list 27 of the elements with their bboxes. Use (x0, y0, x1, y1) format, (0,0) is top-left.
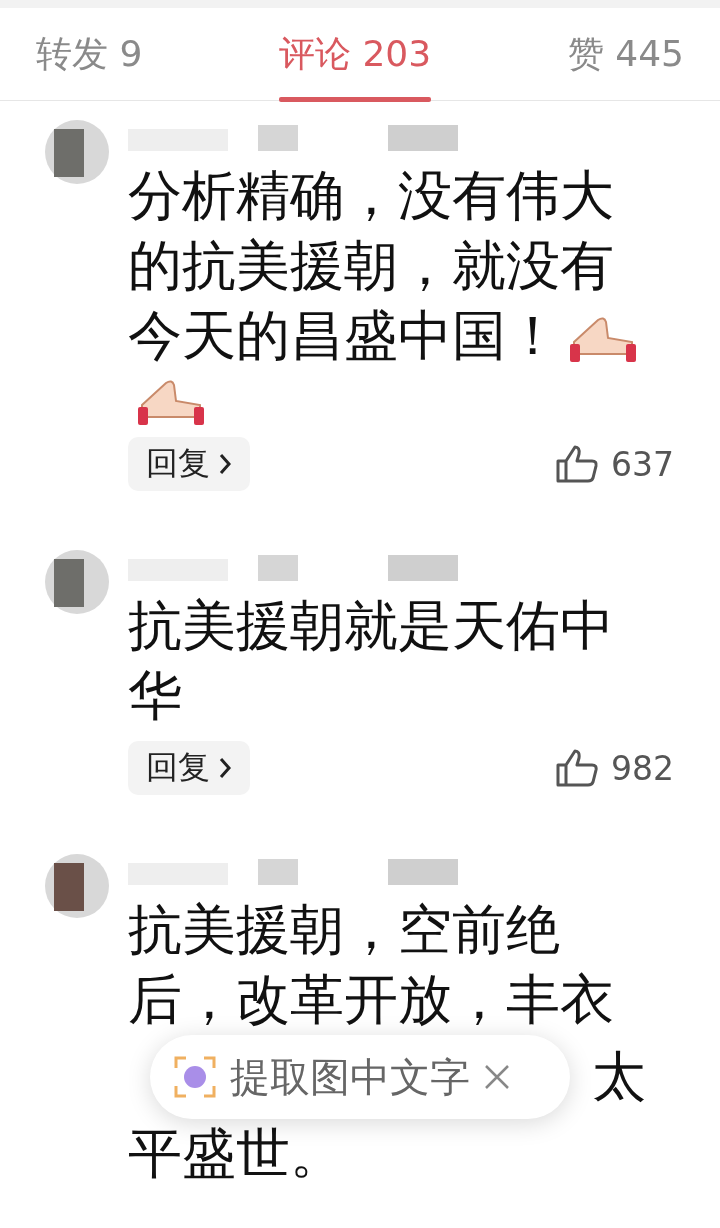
thumbs-up-icon[interactable] (555, 748, 599, 788)
comment-text: 的抗美援朝，就没有 (128, 233, 614, 299)
reply-button[interactable]: 回复 (128, 437, 250, 491)
reply-button[interactable]: 回复 (128, 741, 250, 795)
comment-text: 分析精确，没有伟大 (128, 163, 614, 229)
lens-icon (174, 1056, 216, 1098)
close-icon[interactable] (484, 1064, 510, 1090)
like-count: 982 (611, 748, 674, 788)
comment-text: 太 (592, 1044, 646, 1110)
tab[interactable]: 赞 445 (567, 8, 684, 100)
tab[interactable]: 评论 203 (279, 8, 432, 100)
comment-text: 抗美援朝就是天佑中 (128, 593, 614, 659)
avatar[interactable] (44, 549, 110, 615)
comment-text: 华 (128, 663, 182, 729)
text-extract-popup[interactable]: 提取图中文字 (150, 1035, 570, 1119)
comment-text: 抗美援朝，空前绝 (128, 897, 560, 963)
chevron-icon (218, 756, 232, 780)
tab[interactable]: 转发 9 (36, 8, 143, 100)
avatar[interactable] (44, 119, 110, 185)
chevron-icon (218, 452, 232, 476)
popup-label: 提取图中文字 (230, 1052, 470, 1102)
comment-text: 今天的昌盛中国！ (128, 303, 560, 369)
avatar[interactable] (44, 853, 110, 919)
thumbs-up-icon[interactable] (555, 444, 599, 484)
comment-text: 平盛世。 (128, 1121, 344, 1187)
comment-text: 后，改革开放，丰衣 (128, 967, 614, 1033)
like-count: 637 (611, 444, 674, 484)
